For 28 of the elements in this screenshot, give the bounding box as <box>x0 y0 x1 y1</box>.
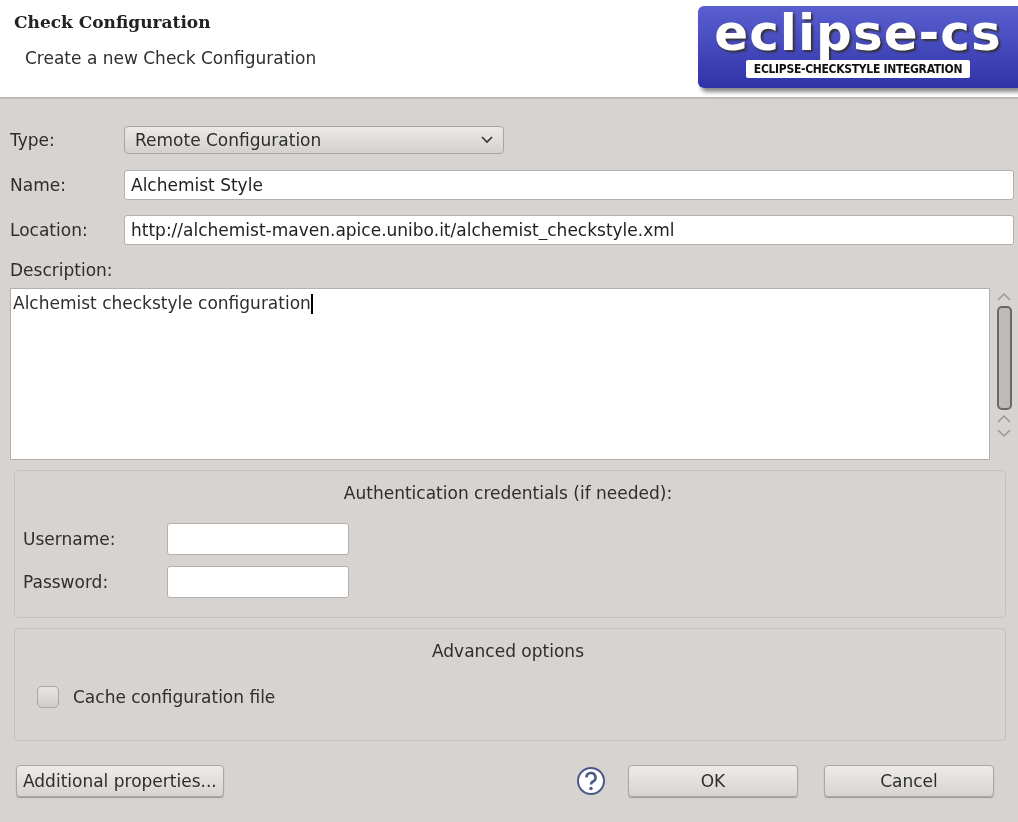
scrollbar-thumb[interactable] <box>996 306 1012 410</box>
checkbox[interactable] <box>37 685 59 708</box>
username-field[interactable] <box>167 522 349 555</box>
group-title: Authentication credentials (if needed): <box>343 483 673 503</box>
scroll-up-icon[interactable] <box>997 292 1011 302</box>
location-label: Location: <box>10 219 89 240</box>
location-field[interactable]: http://alchemist-maven.apice.unibo.it/alchemist_checkstyle.xml <box>124 214 1014 245</box>
chevron-down-icon <box>481 135 493 144</box>
type-label: Type: <box>10 129 56 150</box>
username-label: Username: <box>23 528 117 549</box>
cancel-button[interactable]: Cancel <box>824 765 994 797</box>
ok-button[interactable]: OK <box>628 765 798 797</box>
checkbox-label: Cache configuration file <box>73 686 276 707</box>
password-field[interactable] <box>167 565 349 598</box>
dialog-subtitle: Create a new Check Configuration <box>24 48 317 68</box>
additional-properties-button[interactable]: Additional properties... <box>16 765 224 797</box>
scroll-down-icon[interactable] <box>997 428 1011 438</box>
dialog-title: Check Configuration <box>14 12 212 32</box>
help-icon[interactable] <box>576 766 606 796</box>
scroll-up-icon[interactable] <box>997 414 1011 424</box>
type-dropdown[interactable]: Remote Configuration <box>124 125 504 154</box>
name-label: Name: <box>10 174 67 195</box>
name-field[interactable]: Alchemist Style <box>124 169 1014 200</box>
group-title: Advanced options <box>432 641 584 661</box>
description-label: Description: <box>10 260 113 280</box>
logo: eclipse-cs ECLIPSE-CHECKSTYLE INTEGRATION <box>698 6 1018 88</box>
description-field[interactable]: Alchemist checkstyle configuration <box>10 288 990 460</box>
password-label: Password: <box>23 571 110 592</box>
